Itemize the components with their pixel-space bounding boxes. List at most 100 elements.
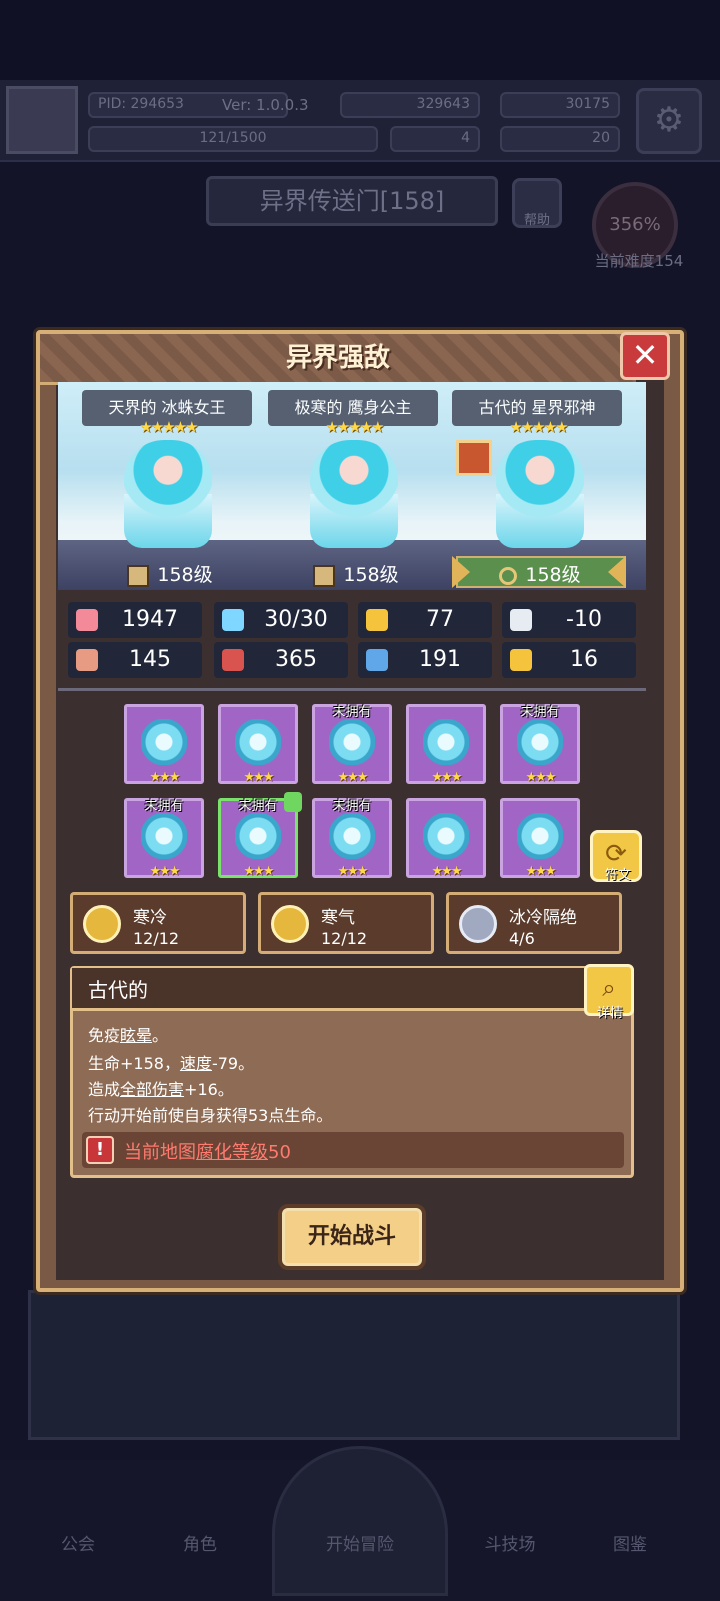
equipment-slot[interactable]: ★★★ bbox=[500, 798, 580, 879]
corruption-text: 当前地图腐化等级50 bbox=[124, 1138, 291, 1164]
not-owned-tag: 未拥有 bbox=[520, 705, 560, 720]
not-owned-tag: 未拥有 bbox=[332, 799, 372, 814]
fist-icon bbox=[76, 649, 98, 671]
stat-horseshoe[interactable]: 16 bbox=[502, 642, 636, 678]
exp-bar: 121/1500 bbox=[88, 126, 378, 152]
portal-title: 异界传送门[158] bbox=[206, 176, 498, 226]
equipment-stars: ★★★ bbox=[337, 864, 369, 879]
equipment-slot[interactable]: ★★★ bbox=[406, 704, 486, 785]
stat-book[interactable]: 365 bbox=[214, 642, 348, 678]
key-icon bbox=[499, 566, 518, 585]
equipment-stars: ★★★ bbox=[337, 770, 369, 785]
ice-crystal-icon bbox=[329, 813, 375, 859]
set-bonus-1[interactable]: 寒冷 12/12 bbox=[70, 892, 246, 954]
help-button[interactable]: 帮助 bbox=[512, 178, 562, 228]
equipment-slot[interactable]: ★★★ 未拥有 bbox=[312, 798, 392, 879]
nav-guild[interactable]: 公会 bbox=[28, 1530, 128, 1555]
gem-counter: 30175 bbox=[500, 92, 620, 118]
wing-icon bbox=[510, 609, 532, 631]
nav-start-adventure[interactable]: 开始冒险 bbox=[300, 1530, 420, 1555]
set-name: 寒冷 bbox=[133, 908, 167, 928]
enemy-level-2: 158级 bbox=[296, 560, 416, 587]
equipment-stars: ★★★ bbox=[431, 770, 463, 785]
snowflake-icon bbox=[423, 719, 469, 765]
enemy-stars-1: ★★★★★ bbox=[139, 418, 198, 436]
item-counter-a: 4 bbox=[390, 126, 480, 152]
equipment-stars: ★★★ bbox=[243, 770, 275, 785]
equipment-stars: ★★★ bbox=[149, 864, 181, 879]
ancient-star-god-sprite[interactable] bbox=[496, 440, 584, 548]
ice-spider-queen-sprite[interactable] bbox=[124, 440, 212, 548]
stat-value: 30/30 bbox=[264, 607, 328, 632]
settings-gear-icon[interactable]: ⚙ bbox=[636, 88, 702, 154]
stat-heart[interactable]: 1947 bbox=[68, 602, 202, 638]
dialog-title: 异界强敌 bbox=[285, 343, 390, 373]
close-button[interactable]: ✕ bbox=[620, 332, 670, 380]
equipment-slot[interactable]: ★★★ 未拥有 bbox=[312, 704, 392, 785]
keyword-all-damage[interactable]: 全部伤害 bbox=[120, 1080, 184, 1099]
ice-staff-icon bbox=[141, 719, 187, 765]
text: 。 bbox=[152, 1026, 169, 1045]
equipment-stars: ★★★ bbox=[431, 864, 463, 879]
level-icon bbox=[313, 564, 336, 587]
set-bonus-3[interactable]: 冰冷隔绝 4/6 bbox=[446, 892, 622, 954]
version-text: Ver: 1.0.0.3 bbox=[222, 96, 309, 114]
ice-potion-icon bbox=[235, 719, 281, 765]
stat-wing[interactable]: -10 bbox=[502, 602, 636, 638]
status-bar-area bbox=[0, 0, 720, 80]
equipment-slot[interactable]: ★★★ bbox=[406, 798, 486, 879]
text: 免疫 bbox=[88, 1026, 121, 1045]
enemy-level-2-text: 158级 bbox=[343, 564, 399, 586]
stat-scroll[interactable]: 191 bbox=[358, 642, 492, 678]
enemy-stars-3: ★★★★★ bbox=[509, 418, 568, 436]
heart-icon bbox=[76, 609, 98, 631]
equipment-slot[interactable]: ★★★ 未拥有 bbox=[124, 798, 204, 879]
nav-character[interactable]: 角色 bbox=[150, 1530, 250, 1555]
boots-icon bbox=[517, 813, 563, 859]
avatar[interactable] bbox=[6, 86, 78, 154]
stat-value: 145 bbox=[129, 647, 171, 672]
ice-hat-icon bbox=[141, 813, 187, 859]
nav-arena[interactable]: 斗技场 bbox=[460, 1530, 560, 1555]
trait-header bbox=[72, 968, 584, 1011]
set-bonus-2[interactable]: 寒气 12/12 bbox=[258, 892, 434, 954]
enemy-level-3: 158级 bbox=[480, 560, 600, 586]
enemy-level-1-text: 158级 bbox=[157, 564, 213, 586]
shield-icon bbox=[366, 609, 388, 631]
not-owned-tag: 未拥有 bbox=[144, 799, 184, 814]
stat-shield[interactable]: 77 bbox=[358, 602, 492, 638]
stat-fist[interactable]: 145 bbox=[68, 642, 202, 678]
keyword-speed[interactable]: 速度 bbox=[180, 1054, 212, 1073]
frost-harpy-princess-sprite[interactable] bbox=[310, 440, 398, 548]
keyword-stun[interactable]: 眩晕 bbox=[120, 1026, 152, 1045]
detail-label: 详情 bbox=[596, 1006, 623, 1021]
equipment-stars: ★★★ bbox=[525, 770, 557, 785]
stat-value: 191 bbox=[419, 647, 461, 672]
enemy-level-3-text: 158级 bbox=[525, 564, 581, 586]
equipment-slot[interactable]: ★★★ bbox=[218, 704, 298, 785]
nav-codex[interactable]: 图鉴 bbox=[580, 1530, 680, 1555]
equipment-slot[interactable]: ★★★ bbox=[124, 704, 204, 785]
ice-robe-icon bbox=[235, 813, 281, 859]
map-area bbox=[28, 1290, 680, 1440]
text: 生命+158， bbox=[88, 1054, 180, 1073]
difficulty-label: 当前难度154 bbox=[594, 252, 684, 270]
item-counter-b: 20 bbox=[500, 126, 620, 152]
text: 50 bbox=[268, 1142, 291, 1163]
level-icon bbox=[127, 564, 150, 587]
start-battle-button[interactable]: 开始战斗 bbox=[278, 1204, 426, 1270]
equipment-slot[interactable]: ★★★ 未拥有 bbox=[500, 704, 580, 785]
stat-mana-drop[interactable]: 30/30 bbox=[214, 602, 348, 638]
trait-line-3: 造成全部伤害+16。 bbox=[88, 1076, 234, 1100]
rune-label: 符文 bbox=[604, 868, 631, 883]
ice-ring-icon bbox=[517, 719, 563, 765]
set-count: 12/12 bbox=[133, 929, 180, 948]
horseshoe-icon bbox=[510, 649, 532, 671]
stat-value: 77 bbox=[426, 607, 454, 632]
equipment-stars: ★★★ bbox=[243, 864, 275, 879]
scroll-icon bbox=[366, 649, 388, 671]
selector-left-arrow-icon bbox=[452, 556, 470, 588]
keyword-corruption[interactable]: 腐化等级 bbox=[196, 1142, 268, 1163]
set-coin-icon bbox=[83, 905, 121, 943]
equipment-stars: ★★★ bbox=[525, 864, 557, 879]
